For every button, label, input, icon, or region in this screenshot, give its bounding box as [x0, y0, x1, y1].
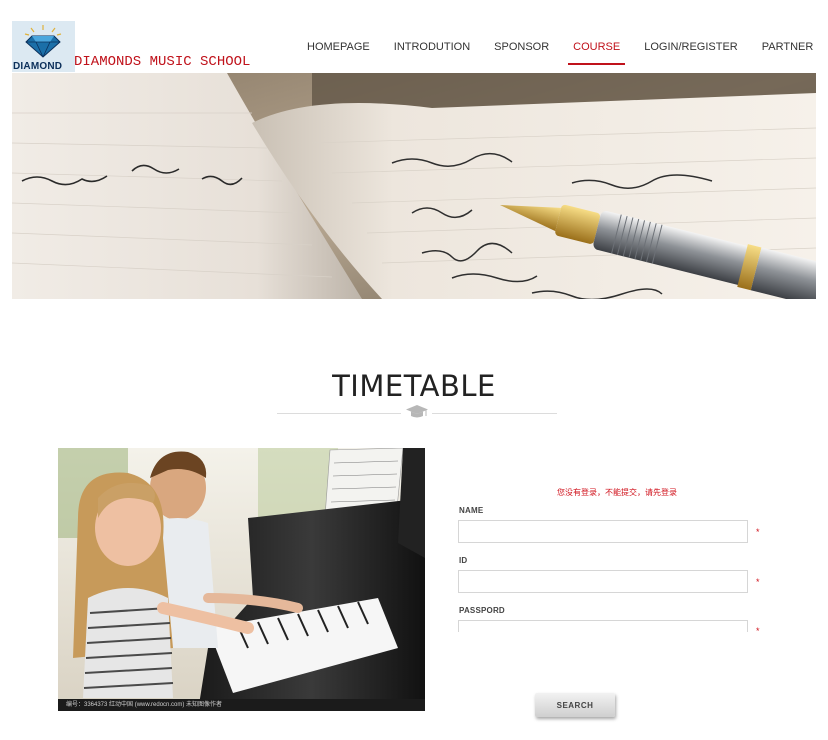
title-divider-left [277, 413, 401, 414]
search-button[interactable]: SEARCH [535, 693, 615, 717]
name-required-mark: * [756, 527, 760, 537]
passpord-label: PASSPORD [459, 606, 505, 615]
piano-kids-photo: 编号：3364373 红动中国 (www.redocn.com) 未知图像作者 [58, 448, 425, 711]
banner-image [12, 73, 816, 299]
nav-sponsor[interactable]: SPONSOR [484, 37, 559, 65]
passpord-required-mark: * [756, 626, 760, 636]
main-nav: HOMEPAGE INTRODUTION SPONSOR COURSE LOGI… [297, 37, 827, 65]
section-title: TIMETABLE [332, 369, 496, 403]
nav-course[interactable]: COURSE [563, 37, 630, 65]
passpord-input[interactable] [458, 620, 748, 632]
diamond-icon [24, 25, 62, 58]
id-label: ID [459, 556, 468, 565]
title-divider-right [432, 413, 557, 414]
login-warning: 您没有登录，不能提交，请先登录 [557, 488, 677, 497]
graduation-cap-icon [406, 405, 428, 418]
name-label: NAME [459, 506, 484, 515]
id-input[interactable] [458, 570, 748, 593]
logo-text: DIAMOND [13, 61, 63, 72]
name-input[interactable] [458, 520, 748, 543]
nav-partner[interactable]: PARTNER [752, 37, 824, 65]
school-name: DIAMONDS MUSIC SCHOOL [74, 54, 251, 70]
photo-caption: 编号：3364373 红动中国 (www.redocn.com) 未知图像作者 [58, 699, 425, 711]
nav-login-register[interactable]: LOGIN/REGISTER [634, 37, 748, 65]
nav-homepage[interactable]: HOMEPAGE [297, 37, 380, 65]
logo[interactable]: DIAMOND [12, 21, 75, 72]
nav-introdution[interactable]: INTRODUTION [384, 37, 480, 65]
id-required-mark: * [756, 577, 760, 587]
